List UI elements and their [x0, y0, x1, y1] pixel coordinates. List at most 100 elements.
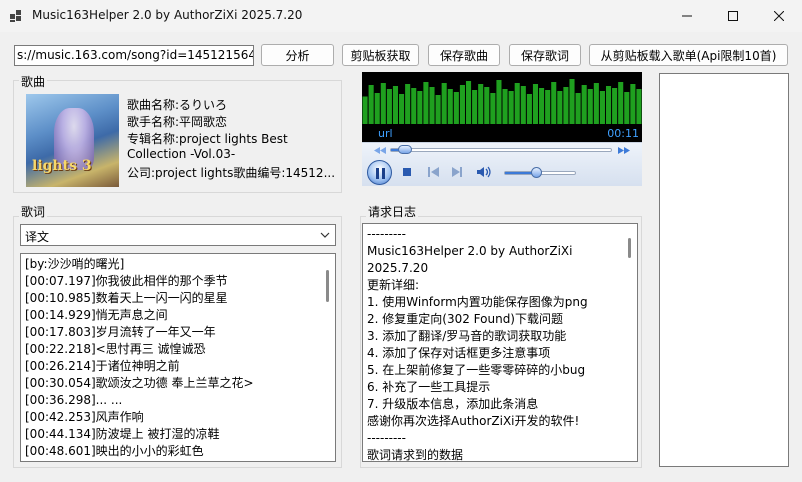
player-time: 00:11	[607, 127, 639, 140]
spectrum-bar	[539, 88, 545, 124]
close-icon	[774, 11, 784, 21]
spectrum-bar	[447, 89, 453, 124]
spectrum-bar	[557, 91, 563, 124]
window-title: Music163Helper 2.0 by AuthorZiXi 2025.7.…	[32, 8, 303, 22]
playlist-panel[interactable]	[659, 73, 789, 467]
spectrum-bar	[405, 84, 411, 124]
log-line: 感谢你再次选择AuthorZiXi开发的软件!	[367, 414, 580, 428]
minimize-icon	[682, 15, 692, 17]
spectrum-bar	[484, 87, 490, 124]
spectrum-bar	[569, 79, 575, 124]
spectrum-bar	[581, 85, 587, 124]
spectrum-bar	[435, 95, 441, 124]
stop-icon[interactable]	[400, 165, 416, 179]
previous-track-icon[interactable]	[426, 165, 442, 179]
clipboard-fetch-button[interactable]: 剪贴板获取	[342, 44, 419, 66]
lyric-line: [00:22.218]<思忖再三 诚惶诚恐	[25, 342, 206, 356]
audio-visualizer: url 00:11	[362, 72, 642, 142]
song-group-label: 歌曲	[19, 73, 48, 90]
cover-logo-text: lights 3	[32, 158, 92, 174]
forward-small-icon[interactable]	[618, 147, 630, 154]
pause-icon	[376, 168, 385, 179]
title-bar[interactable]: Music163Helper 2.0 by AuthorZiXi 2025.7.…	[0, 0, 802, 32]
app-icon	[10, 10, 22, 22]
log-line: ---------	[367, 227, 406, 241]
spectrum-bar	[368, 85, 374, 124]
lyrics-textbox[interactable]: [by:沙沙哨的曙光] [00:07.197]你我彼此相伴的那个季节 [00:10.…	[20, 253, 336, 462]
spectrum-bar	[386, 89, 392, 124]
spectrum-bar	[514, 83, 520, 124]
rewind-small-icon[interactable]	[374, 147, 386, 154]
log-line: Music163Helper 2.0 by AuthorZiXi	[367, 244, 573, 258]
spectrum-bar	[636, 89, 642, 124]
spectrum-bar	[429, 87, 435, 124]
save-song-button[interactable]: 保存歌曲	[428, 44, 500, 66]
spectrum-bar	[478, 84, 484, 124]
spectrum-bar	[624, 92, 630, 124]
spectrum-bar	[374, 93, 380, 124]
log-scrollbar[interactable]	[625, 226, 635, 461]
spectrum-bar	[587, 89, 593, 124]
spectrum-bar	[532, 84, 539, 124]
close-button[interactable]	[756, 0, 802, 32]
maximize-button[interactable]	[710, 0, 756, 32]
log-line: 2. 修复重定向(302 Found)下载问题	[367, 312, 563, 326]
spectrum-bar	[526, 94, 532, 124]
spectrum-bar	[399, 94, 405, 124]
lyric-line: [00:14.929]悄无声息之间	[25, 308, 168, 322]
log-line: 1. 使用Winform内置功能保存图像为png	[367, 295, 588, 309]
pause-button[interactable]	[367, 160, 392, 185]
log-line: 4. 添加了保存对话框更多注意事项	[367, 346, 551, 360]
minimize-button[interactable]	[664, 0, 710, 32]
song-url-input[interactable]: s://music.163.com/song?id=1451215645	[14, 45, 254, 66]
album-name: 专辑名称:project lights Best	[127, 132, 288, 146]
spectrum-bar	[459, 85, 465, 124]
spectrum-bar	[423, 82, 429, 124]
spectrum-bar	[545, 90, 551, 124]
log-line: 3. 添加了翻译/罗马音的歌词获取功能	[367, 329, 567, 343]
spectrum-bar	[605, 86, 612, 124]
analyze-button[interactable]: 分析	[261, 44, 334, 66]
spectrum-bar	[453, 92, 459, 124]
spectrum-bar	[508, 91, 514, 124]
spectrum-bar	[490, 93, 496, 124]
lyrics-group-label: 歌词	[19, 203, 48, 220]
maximize-icon	[728, 11, 738, 21]
lyrics-mode-select[interactable]: 译文	[20, 224, 336, 246]
spectrum-bar	[599, 91, 605, 124]
song-name: 歌曲名称:るりいろ	[127, 98, 228, 112]
spectrum-bar	[563, 87, 569, 124]
spectrum-bar	[502, 89, 508, 124]
lyrics-mode-value: 译文	[25, 230, 50, 244]
volume-thumb[interactable]	[531, 167, 543, 178]
album-name-cont: Collection -Vol.03-	[127, 147, 236, 161]
player-controls	[362, 142, 642, 186]
lyric-line: [00:44.134]防波堤上 被打湿的凉鞋	[25, 427, 220, 441]
log-line: 2025.7.20	[367, 261, 429, 275]
lyrics-scrollbar[interactable]	[323, 256, 333, 461]
log-line: 7. 升级版本信息，添加此条消息	[367, 397, 539, 411]
spectrum-bars	[362, 79, 642, 124]
spectrum-bar	[411, 88, 417, 124]
spectrum-bar	[465, 81, 472, 124]
log-line: 歌词请求到的数据	[367, 448, 464, 462]
spectrum-bar	[612, 88, 618, 124]
spectrum-bar	[496, 80, 502, 124]
lyric-line: [00:48.601]映出的小小的彩虹色	[25, 444, 204, 458]
lyric-line: [00:36.298]... ...	[25, 393, 123, 407]
spectrum-bar	[441, 83, 447, 124]
artist-name: 歌手名称:平岡歌恋	[127, 115, 228, 129]
save-lyrics-button[interactable]: 保存歌词	[509, 44, 581, 66]
spectrum-bar	[380, 83, 386, 124]
seek-bar[interactable]	[390, 148, 612, 152]
volume-icon[interactable]	[476, 165, 492, 179]
album-cover-image: lights 3	[26, 94, 119, 187]
log-group-label: 请求日志	[366, 203, 419, 220]
load-playlist-button[interactable]: 从剪贴板载入歌单(Api限制10首)	[589, 44, 788, 66]
lyric-line: [00:10.985]数着天上一闪一闪的星星	[25, 291, 228, 305]
seek-thumb[interactable]	[398, 145, 413, 154]
log-textbox[interactable]: --------- Music163Helper 2.0 by AuthorZiX…	[362, 223, 638, 462]
company-and-id: 公司:project lights歌曲编号:14512...	[127, 166, 336, 180]
lyric-line: [00:42.253]风声作响	[25, 410, 144, 424]
next-track-icon[interactable]	[450, 165, 466, 179]
